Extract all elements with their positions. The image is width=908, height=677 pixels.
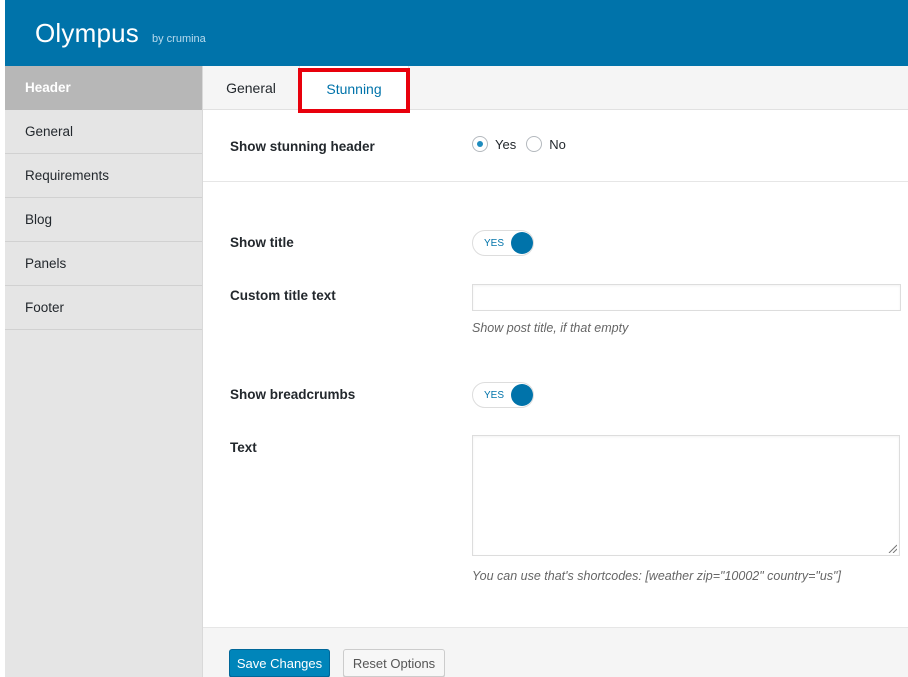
text-label: Text <box>230 440 257 455</box>
radio-yes[interactable] <box>472 136 488 152</box>
sidebar-item-general[interactable]: General <box>5 110 202 154</box>
show-title-toggle[interactable]: YES <box>472 230 534 256</box>
radio-selected-dot-icon <box>477 141 483 147</box>
show-title-toggle-text: YES <box>484 237 505 249</box>
show-title-label: Show title <box>230 235 294 250</box>
sidebar-item-header[interactable]: Header <box>5 66 202 110</box>
show-breadcrumbs-toggle[interactable]: YES <box>472 382 534 408</box>
sidebar: Header General Requirements Blog Panels … <box>5 66 203 677</box>
sidebar-item-blog[interactable]: Blog <box>5 198 202 242</box>
toggle-knob-icon <box>511 232 533 254</box>
save-changes-button[interactable]: Save Changes <box>229 649 330 677</box>
sidebar-item-requirements[interactable]: Requirements <box>5 154 202 198</box>
tab-bar: General Stunning <box>203 66 908 111</box>
tab-general[interactable]: General <box>203 66 299 110</box>
show-breadcrumbs-toggle-text: YES <box>484 389 505 401</box>
radio-yes-label: Yes <box>495 136 517 152</box>
resize-grip-icon[interactable] <box>888 544 897 553</box>
radio-no-label: No <box>549 136 566 152</box>
app-title: Olympus <box>35 18 139 48</box>
show-breadcrumbs-label: Show breadcrumbs <box>230 387 356 402</box>
section-divider <box>203 181 908 182</box>
reset-options-button[interactable]: Reset Options <box>343 649 445 677</box>
custom-title-text-hint: Show post title, if that empty <box>472 321 629 335</box>
custom-title-text-label: Custom title text <box>230 288 336 303</box>
form-footer: Save Changes Reset Options <box>203 627 908 677</box>
main-panel: General Stunning Show stunning header Ye… <box>203 66 908 677</box>
toggle-knob-icon <box>511 384 533 406</box>
show-stunning-header-label: Show stunning header <box>230 139 375 154</box>
app-byline: by crumina <box>152 33 206 45</box>
show-stunning-header-radio-group: Yes No <box>472 136 576 152</box>
top-banner: Olympus by crumina <box>5 0 908 66</box>
custom-title-text-input[interactable] <box>472 284 901 311</box>
text-textarea[interactable] <box>472 435 900 556</box>
text-hint: You can use that's shortcodes: [weather … <box>472 569 841 583</box>
tab-stunning[interactable]: Stunning <box>299 66 409 111</box>
sidebar-item-panels[interactable]: Panels <box>5 242 202 286</box>
radio-no[interactable] <box>526 136 543 152</box>
sidebar-item-footer[interactable]: Footer <box>5 286 202 330</box>
